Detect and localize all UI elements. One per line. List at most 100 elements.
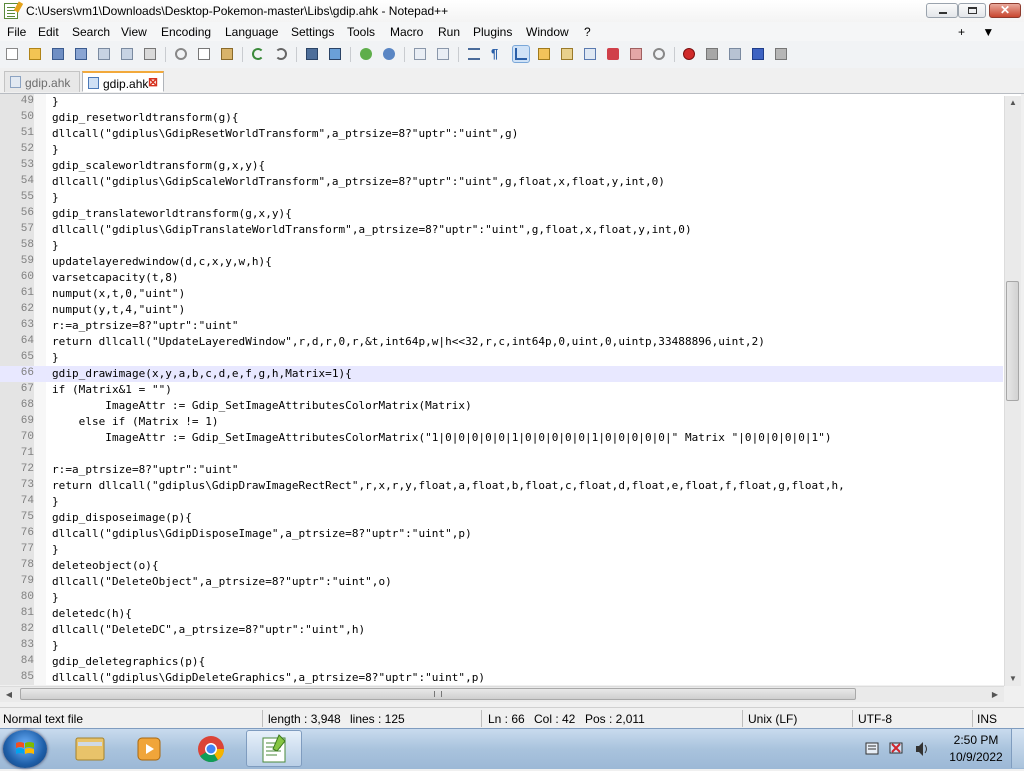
code-line[interactable]: 61 numput(x,t,0,"uint") [0,286,1003,302]
code-line[interactable]: 62 numput(y,t,4,"uint") [0,302,1003,318]
status-encoding[interactable]: UTF-8 [858,712,892,726]
code-line[interactable]: 60 varsetcapacity(t,8) [0,270,1003,286]
paste-icon[interactable] [219,46,235,62]
status-ins[interactable]: INS [977,712,997,726]
code-line[interactable]: 68 ImageAttr := Gdip_SetImageAttributesC… [0,398,1003,414]
menu-run[interactable]: Run [438,25,460,39]
play-macro-icon[interactable] [727,46,743,62]
function-list-icon[interactable] [582,46,598,62]
close-all-icon[interactable] [119,46,135,62]
folder-workspace-icon[interactable] [605,46,621,62]
menu-search[interactable]: Search [72,25,110,39]
code-line[interactable]: 84 gdip_deletegraphics(p){ [0,654,1003,670]
code-line[interactable]: 65} [0,350,1003,366]
code-line[interactable]: 80} [0,590,1003,606]
menu-settings[interactable]: Settings [291,25,334,39]
tab-list-button[interactable]: ▼ [982,25,994,39]
code-line[interactable]: 67 if (Matrix&1 = "") [0,382,1003,398]
print-icon[interactable] [142,46,158,62]
new-file-icon[interactable] [4,46,20,62]
clock-date[interactable]: 10/9/2022 [946,750,1006,764]
new-tab-button[interactable]: + [958,25,965,39]
status-eol[interactable]: Unix (LF) [748,712,797,726]
stop-macro-icon[interactable] [704,46,720,62]
undo-icon[interactable] [250,46,266,62]
code-line[interactable]: 51 dllcall("gdiplus\GdipResetWorldTransfo… [0,126,1003,142]
menu-tools[interactable]: Tools [347,25,375,39]
close-file-icon[interactable] [96,46,112,62]
code-line[interactable]: 69 else if (Matrix != 1) [0,414,1003,430]
chrome-icon[interactable] [183,730,239,767]
code-line[interactable]: 59 updatelayeredwindow(d,c,x,y,w,h){ [0,254,1003,270]
code-line[interactable]: 82 dllcall("DeleteDC",a_ptrsize=8?"uptr":… [0,622,1003,638]
run-macro-multiple-icon[interactable] [750,46,766,62]
code-line[interactable]: 74} [0,494,1003,510]
open-file-icon[interactable] [27,46,43,62]
menu-file[interactable]: File [7,25,26,39]
vertical-scrollbar[interactable]: ▲ ▼ [1004,96,1021,686]
tab-close-icon[interactable]: ⊠ [147,76,159,88]
start-button[interactable] [3,730,47,768]
code-line[interactable]: 76 dllcall("gdiplus\GdipDisposeImage",a_p… [0,526,1003,542]
doc-map-icon[interactable] [559,46,575,62]
code-line[interactable]: 55} [0,190,1003,206]
code-line[interactable]: 63 r:=a_ptrsize=8?"uptr":"uint" [0,318,1003,334]
code-line[interactable]: 79 dllcall("DeleteObject",a_ptrsize=8?"up… [0,574,1003,590]
indent-guide-icon[interactable] [512,45,530,63]
code-line[interactable]: 52} [0,142,1003,158]
clock-time[interactable]: 2:50 PM [946,733,1006,747]
find-icon[interactable] [304,46,320,62]
monitoring-icon[interactable] [651,46,667,62]
menu-edit[interactable]: Edit [38,25,59,39]
code-line[interactable]: 50 gdip_resetworldtransform(g){ [0,110,1003,126]
code-line[interactable]: 73 return dllcall("gdiplus\GdipDrawImageR… [0,478,1003,494]
cut-icon[interactable] [173,46,189,62]
vertical-scroll-thumb[interactable] [1006,281,1019,401]
show-all-chars-icon[interactable]: ¶ [489,46,505,62]
zoom-out-icon[interactable] [381,46,397,62]
close-window-button[interactable]: ✕ [989,3,1021,18]
code-line[interactable]: 77} [0,542,1003,558]
tab-gdip-ahk-active[interactable]: gdip.ahk ⊠ [82,71,164,92]
udl-icon[interactable] [536,46,552,62]
code-line[interactable]: 54 dllcall("gdiplus\GdipScaleWorldTransfo… [0,174,1003,190]
code-line[interactable]: 70 ImageAttr := Gdip_SetImageAttributesC… [0,430,1003,446]
save-icon[interactable] [50,46,66,62]
sync-vertical-icon[interactable] [412,46,428,62]
show-desktop-button[interactable] [1011,729,1024,768]
menu-window[interactable]: Window [526,25,569,39]
menu-plugins[interactable]: Plugins [473,25,512,39]
replace-icon[interactable] [327,46,343,62]
menu-macro[interactable]: Macro [390,25,423,39]
code-line[interactable]: 78 deleteobject(o){ [0,558,1003,574]
zoom-in-icon[interactable] [358,46,374,62]
scroll-down-icon[interactable]: ▼ [1005,672,1021,686]
menu-language[interactable]: Language [225,25,278,39]
code-line[interactable]: 56 gdip_translateworldtransform(g,x,y){ [0,206,1003,222]
scroll-left-icon[interactable]: ◀ [2,687,16,702]
code-line[interactable]: 49} [0,94,1003,110]
notepad-plus-plus-icon[interactable] [246,730,302,767]
menu-encoding[interactable]: Encoding [161,25,211,39]
code-line[interactable]: 64 return dllcall("UpdateLayeredWindow",r… [0,334,1003,350]
maximize-button[interactable] [958,3,986,18]
save-all-icon[interactable] [73,46,89,62]
code-line[interactable]: 57 dllcall("gdiplus\GdipTranslateWorldTra… [0,222,1003,238]
code-line[interactable]: 83} [0,638,1003,654]
tab-gdip-ahk-inactive[interactable]: gdip.ahk [4,71,80,92]
horizontal-scroll-thumb[interactable] [20,688,856,700]
code-line[interactable]: 75 gdip_disposeimage(p){ [0,510,1003,526]
code-line[interactable]: 85 dllcall("gdiplus\GdipDeleteGraphics",a… [0,670,1003,685]
copy-icon[interactable] [196,46,212,62]
menu-view[interactable]: View [121,25,147,39]
code-editor[interactable]: 49} 50 gdip_resetworldtransform(g){51 dllca… [0,94,1021,685]
media-player-icon[interactable] [122,730,178,767]
code-line[interactable]: 66 gdip_drawimage(x,y,a,b,c,d,e,f,g,h,Mat… [0,366,1003,382]
windows-explorer-icon[interactable] [62,730,118,767]
word-wrap-icon[interactable] [466,46,482,62]
scroll-up-icon[interactable]: ▲ [1005,96,1021,110]
horizontal-scrollbar[interactable]: ◀ ▶ [0,686,1004,702]
folder-as-workspace-icon[interactable] [628,46,644,62]
redo-icon[interactable] [273,46,289,62]
code-line[interactable]: 58} [0,238,1003,254]
